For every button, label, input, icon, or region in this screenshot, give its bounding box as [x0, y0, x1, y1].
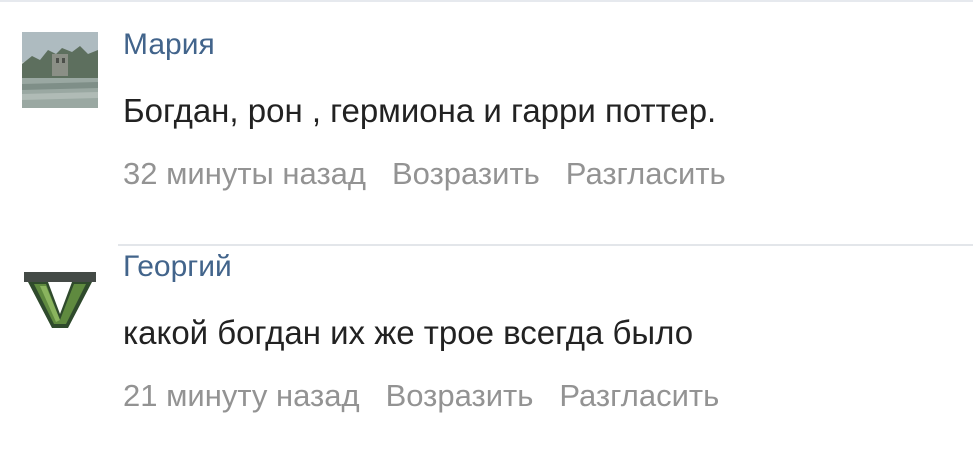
- comment-author[interactable]: Георгий: [123, 250, 232, 284]
- reply-button[interactable]: Возразить: [392, 156, 540, 192]
- comment-time[interactable]: 32 минуты назад: [123, 156, 366, 192]
- landscape-avatar-icon[interactable]: [22, 32, 98, 108]
- comment-meta: 21 минуту назад Возразить Разгласить: [123, 378, 719, 414]
- top-divider: [0, 0, 973, 2]
- reply-button[interactable]: Возразить: [386, 378, 534, 414]
- comment-divider: [118, 244, 973, 246]
- comment-text: Богдан, рон , гермиона и гарри поттер.: [123, 92, 717, 129]
- comment-author[interactable]: Мария: [123, 28, 215, 62]
- share-button[interactable]: Разгласить: [566, 156, 726, 192]
- comment-text: какой богдан их же трое всегда было: [123, 314, 694, 351]
- comment-meta: 32 минуты назад Возразить Разгласить: [123, 156, 726, 192]
- gta-v-logo-icon[interactable]: [22, 254, 98, 330]
- comment-time[interactable]: 21 минуту назад: [123, 378, 360, 414]
- share-button[interactable]: Разгласить: [559, 378, 719, 414]
